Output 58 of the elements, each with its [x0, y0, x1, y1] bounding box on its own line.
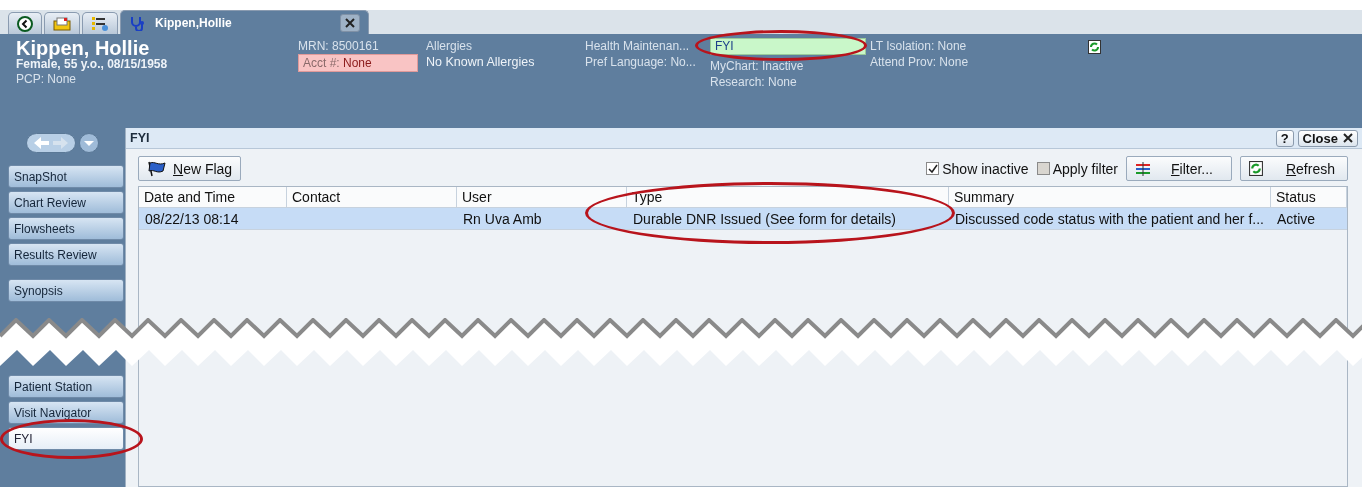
fyi-field: FYI	[710, 38, 866, 55]
sidebar-item[interactable]: FYI	[8, 427, 124, 450]
sidebar-item[interactable]: SnapShot	[8, 165, 124, 188]
panel-title: FYI	[130, 131, 150, 145]
refresh-button[interactable]: Refresh	[1240, 156, 1348, 181]
close-icon	[344, 17, 355, 28]
table-cell-text: Active	[1276, 210, 1317, 227]
filter-icon	[1135, 160, 1151, 177]
table-cell-text: Discussed code status with the patient and her f...	[954, 210, 1265, 227]
table-cell-text: 08/22/13 08:14	[144, 210, 240, 227]
close-button[interactable]: Close	[1297, 129, 1358, 147]
isolation-label: LT Isolation: None	[870, 38, 968, 54]
column-header[interactable]: User	[457, 187, 627, 207]
close-icon	[1343, 133, 1353, 143]
pcp-label: PCP: None	[16, 71, 78, 87]
patient-demographics: Female, 55 y.o., 08/15/1958	[16, 58, 169, 71]
back-forward-icon[interactable]	[26, 133, 76, 153]
close-button[interactable]	[339, 13, 360, 32]
refresh-icon	[1249, 161, 1263, 176]
flag-icon	[147, 160, 167, 177]
pref-language-label: Pref Language: No...	[585, 54, 697, 70]
filter-button[interactable]: Filter...	[1126, 156, 1232, 181]
patient-tab[interactable]: Kippen,Hollie	[120, 10, 369, 34]
apply-filter-checkbox[interactable]: Apply filter	[1036, 160, 1118, 177]
sidebar-item[interactable]: Synopsis	[8, 279, 124, 302]
refresh-icon[interactable]	[1088, 40, 1101, 54]
list-icon	[91, 14, 109, 33]
attend-prov-label: Attend Prov: None	[870, 54, 970, 70]
research-label: Research: None	[710, 74, 798, 90]
allergies-value: No Known Allergies	[426, 54, 536, 70]
mrn-label: MRN: 8500161	[298, 38, 380, 54]
checkmark-icon	[927, 163, 938, 174]
table-cell-text: Rn Uva Amb	[462, 210, 543, 227]
toolbar-tab[interactable]	[8, 12, 42, 34]
toolbar-tab[interactable]	[82, 12, 118, 34]
inbox-icon	[53, 16, 71, 31]
health-maintenance-label: Health Maintenan...	[585, 38, 691, 54]
sidebar-item[interactable]: Flowsheets	[8, 217, 124, 240]
allergies-label: Allergies	[426, 38, 474, 54]
table-row[interactable]: 08/22/13 08:14 Rn Uva Amb Durable DNR Issued (See form for details) Discussed code status with the patient and her f... Active	[139, 208, 1347, 230]
help-button[interactable]: ?	[1275, 129, 1294, 147]
new-flag-button[interactable]: New Flag	[138, 156, 242, 181]
sidebar-item[interactable]: Patient Station	[8, 375, 124, 398]
column-header[interactable]: Contact	[287, 187, 457, 207]
sidebar-item[interactable]: Results Review	[8, 243, 124, 266]
dropdown-icon[interactable]	[79, 133, 99, 153]
back-icon	[17, 15, 33, 32]
column-header[interactable]: Summary	[949, 187, 1271, 207]
patient-name: Kippen, Hollie	[16, 38, 151, 58]
column-header[interactable]: Status	[1271, 187, 1347, 207]
table-cell-text: Durable DNR Issued (See form for details)	[632, 210, 897, 227]
account-field: Acct #: None	[298, 54, 418, 72]
column-header[interactable]: Date and Time	[139, 187, 287, 207]
sidebar-item[interactable]: Visit Navigator	[8, 401, 124, 424]
mychart-label: MyChart: Inactive	[710, 58, 805, 74]
sidebar-item[interactable]: Chart Review	[8, 191, 124, 214]
tab-label: Kippen,Hollie	[155, 15, 232, 30]
stethoscope-icon	[129, 14, 147, 31]
